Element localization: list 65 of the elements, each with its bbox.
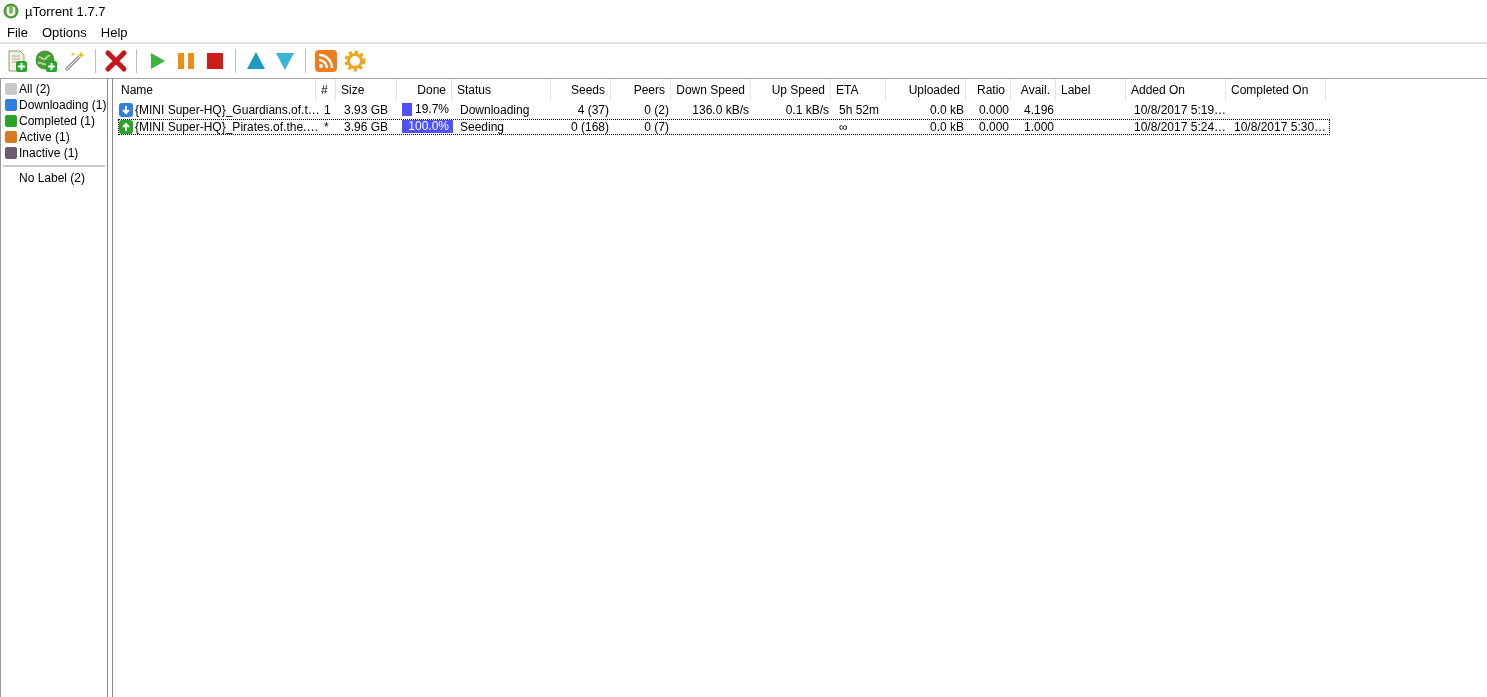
torrent-name: {MINI Super-HQ}_Guardians.of.t… [135,103,320,117]
app-logo-icon [3,3,19,19]
category-icon [5,131,17,143]
table-cell: 3.96 GB [344,120,389,134]
table-cell: 0 (2) [644,103,669,117]
table-cell: ∞ [839,120,848,134]
sidebar-item[interactable]: All (2) [1,81,107,97]
progress-bar: 100.0% [402,120,453,133]
table-cell: 0.1 kB/s [785,103,829,117]
table-cell: 10/8/2017 5:19… [1134,103,1227,117]
category-icon [5,83,17,95]
settings-icon[interactable] [343,49,367,73]
progress-bar: 19.7% [402,103,453,116]
table-cell: 5h 52m [839,103,880,117]
column-header[interactable]: Up Speed [751,79,831,101]
table-cell: 4.196 [1023,103,1054,117]
column-header[interactable]: Size [336,79,397,101]
table-cell: 1 [324,103,331,117]
table-cell: * [324,120,329,134]
rss-icon[interactable] [314,49,338,73]
column-header[interactable]: Status [452,79,551,101]
category-icon [5,147,17,159]
column-header[interactable]: Completed On [1226,79,1326,101]
column-header[interactable]: Ratio [966,79,1011,101]
column-header[interactable]: Label [1056,79,1126,101]
table-cell: 0.000 [978,120,1009,134]
close-icon[interactable] [104,49,128,73]
table-cell: 0.0 kB [929,103,964,117]
sidebar-item[interactable]: Active (1) [1,129,107,145]
column-header[interactable]: ETA [831,79,886,101]
label-item[interactable]: No Label (2) [1,170,107,186]
column-header[interactable]: Avail. [1011,79,1056,101]
add-file-icon[interactable] [5,49,29,73]
sidebar-item[interactable]: Completed (1) [1,113,107,129]
column-header[interactable]: # [316,79,336,101]
menu-item[interactable]: Help [93,24,135,40]
table-cell: 4 (37) [577,103,609,117]
sidebar-item[interactable]: Downloading (1) [1,97,107,113]
column-header[interactable]: Seeds [551,79,611,101]
column-header[interactable]: Added On [1126,79,1226,101]
table-cell: 0 (168) [570,120,609,134]
sidebar-item[interactable]: Inactive (1) [1,145,107,161]
table-cell: 1.000 [1023,120,1054,134]
table-cell: 10/8/2017 5:24… [1134,120,1227,134]
table-cell: Downloading [460,103,530,117]
category-icon [5,99,17,111]
table-cell: 0 (7) [644,120,669,134]
window-title: µTorrent 1.7.7 [25,3,106,19]
table-cell: Seeding [460,120,505,134]
column-header[interactable]: Down Speed [671,79,751,101]
column-header[interactable]: Peers [611,79,671,101]
category-icon [5,115,17,127]
column-header[interactable]: Done [397,79,452,101]
table-cell: 0.000 [978,103,1009,117]
torrent-name: {MINI Super-HQ}_Pirates.of.the.… [135,120,319,134]
table-cell: 3.93 GB [344,103,389,117]
table-cell: 10/8/2017 5:30… [1234,120,1327,134]
column-header[interactable]: Name [116,79,316,101]
column-header[interactable]: Uploaded [886,79,966,101]
menu-item[interactable]: Options [34,24,94,40]
menu-item[interactable]: File [0,24,35,40]
table-cell: 136.0 kB/s [692,103,749,117]
table-cell: 0.0 kB [929,120,964,134]
add-globe-icon[interactable] [34,49,58,73]
magic-wand-icon[interactable] [63,49,87,73]
